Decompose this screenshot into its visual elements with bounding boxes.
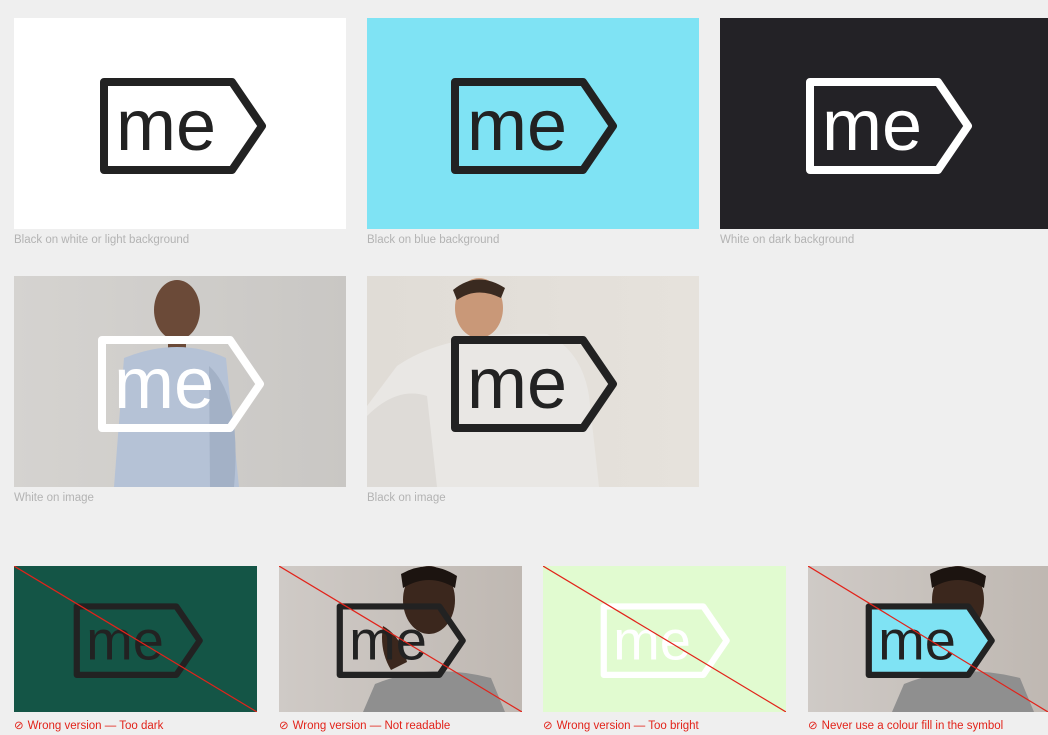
wrong-not-readable: me [279, 566, 522, 712]
svg-text:me: me [114, 344, 214, 424]
caption-text: Wrong version — Too bright [556, 720, 699, 732]
prohibited-icon: ⊘ [279, 720, 289, 732]
caption-text: Wrong version — Not readable [292, 720, 451, 732]
wrong-too-dark: me [14, 566, 257, 712]
example-black-on-blue: me [367, 18, 699, 229]
example-black-on-image: me [367, 276, 699, 487]
me-logo: me [98, 336, 264, 432]
strike-through-line [808, 566, 1048, 712]
wrong-colour-fill: me [808, 566, 1048, 712]
me-logo: me [451, 336, 617, 432]
caption-wrong-colour-fill: ⊘ Never use a colour fill in the symbol [808, 718, 1003, 732]
svg-text:me: me [116, 86, 216, 166]
example-white-on-dark: me [720, 18, 1048, 229]
prohibited-icon: ⊘ [808, 720, 818, 732]
caption-wrong-too-dark: ⊘ Wrong version — Too dark [14, 718, 163, 732]
caption-white-on-dark: White on dark background [720, 234, 855, 246]
strike-through-line [14, 566, 257, 712]
caption-black-on-white: Black on white or light background [14, 234, 190, 246]
prohibited-icon: ⊘ [14, 720, 24, 732]
svg-text:me: me [467, 86, 567, 166]
strike-through-line [279, 566, 522, 712]
svg-text:me: me [467, 344, 567, 424]
caption-black-on-image: Black on image [367, 492, 446, 504]
me-logo: me [100, 78, 266, 174]
example-white-on-image: me [14, 276, 346, 487]
svg-text:me: me [822, 86, 922, 166]
caption-wrong-not-readable: ⊘ Wrong version — Not readable [279, 718, 450, 732]
me-logo: me [806, 78, 972, 174]
prohibited-icon: ⊘ [543, 720, 553, 732]
strike-through-line [543, 566, 786, 712]
caption-text: Wrong version — Too dark [27, 720, 164, 732]
wrong-too-bright: me [543, 566, 786, 712]
example-black-on-white: me [14, 18, 346, 229]
caption-wrong-too-bright: ⊘ Wrong version — Too bright [543, 718, 699, 732]
me-logo: me [451, 78, 617, 174]
caption-black-on-blue: Black on blue background [367, 234, 500, 246]
caption-white-on-image: White on image [14, 492, 94, 504]
caption-text: Never use a colour fill in the symbol [821, 720, 1004, 732]
